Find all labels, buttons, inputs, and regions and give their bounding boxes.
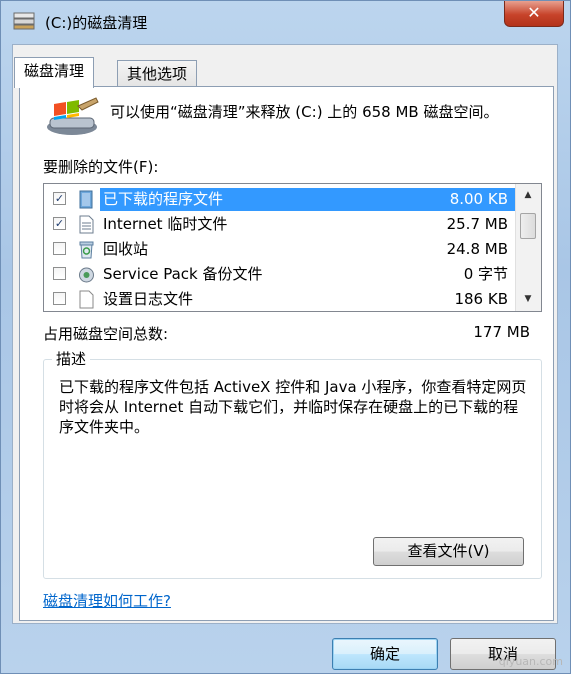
document-icon — [79, 215, 94, 234]
checkbox[interactable] — [53, 267, 66, 280]
scroll-up-arrow-icon[interactable]: ▲ — [519, 186, 537, 204]
tab-more-options[interactable]: 其他选项 — [117, 60, 198, 88]
tab-disk-cleanup[interactable]: 磁盘清理 — [14, 57, 95, 88]
disk-cleanup-broom-icon — [47, 97, 99, 135]
scroll-thumb[interactable] — [520, 213, 536, 239]
item-size: 186 KB — [454, 290, 508, 308]
item-name: 设置日志文件 — [103, 290, 194, 308]
list-item[interactable]: ✓ Internet 临时文件 25.7 MB — [44, 212, 518, 237]
checkbox[interactable] — [53, 242, 66, 255]
intro-text: 可以使用“磁盘清理”来释放 (C:) 上的 658 MB 磁盘空间。 — [110, 103, 499, 121]
window-title: (C:)的磁盘清理 — [45, 14, 148, 32]
item-name: 回收站 — [103, 240, 149, 258]
files-to-delete-list[interactable]: ✓ 已下载的程序文件 8.00 KB ✓ Internet 临时文件 25.7 … — [43, 183, 542, 312]
title-bar[interactable]: (C:)的磁盘清理 ✕ — [1, 1, 570, 45]
total-space-label: 占用磁盘空间总数: — [43, 325, 169, 343]
list-item[interactable]: 回收站 24.8 MB — [44, 237, 518, 262]
list-scrollbar[interactable]: ▲ ▼ — [515, 184, 541, 311]
item-name: Internet 临时文件 — [103, 215, 228, 233]
disk-drive-icon — [13, 12, 35, 30]
checkbox[interactable]: ✓ — [53, 192, 66, 205]
scroll-down-arrow-icon[interactable]: ▼ — [519, 290, 537, 308]
item-name: 已下载的程序文件 — [100, 188, 227, 211]
checkbox[interactable]: ✓ — [53, 217, 66, 230]
item-size: 0 字节 — [463, 265, 508, 283]
checkbox[interactable] — [53, 292, 66, 305]
list-item[interactable]: 设置日志文件 186 KB — [44, 287, 518, 311]
recycle-bin-icon — [79, 241, 94, 259]
description-text: 已下载的程序文件包括 ActiveX 控件和 Java 小程序，你查看特定网页时… — [59, 378, 527, 436]
item-name: Service Pack 备份文件 — [103, 265, 263, 283]
item-size: 8.00 KB — [449, 190, 508, 208]
item-size: 24.8 MB — [446, 240, 508, 258]
blank-file-icon — [79, 290, 94, 309]
ok-button[interactable]: 确定 — [332, 638, 438, 670]
watermark: qiyuan.com — [498, 655, 563, 668]
folder-icon — [79, 190, 93, 209]
list-item[interactable]: ✓ 已下载的程序文件 8.00 KB — [44, 187, 518, 212]
description-title: 描述 — [52, 348, 91, 369]
files-to-delete-label: 要删除的文件(F): — [43, 158, 159, 176]
help-link[interactable]: 磁盘清理如何工作? — [43, 590, 171, 611]
total-space-value: 177 MB — [473, 323, 530, 341]
view-files-button[interactable]: 查看文件(V) — [373, 537, 524, 566]
service-pack-icon — [79, 267, 94, 283]
list-item[interactable]: Service Pack 备份文件 0 字节 — [44, 262, 518, 287]
close-button[interactable]: ✕ — [504, 1, 564, 27]
item-size: 25.7 MB — [446, 215, 508, 233]
